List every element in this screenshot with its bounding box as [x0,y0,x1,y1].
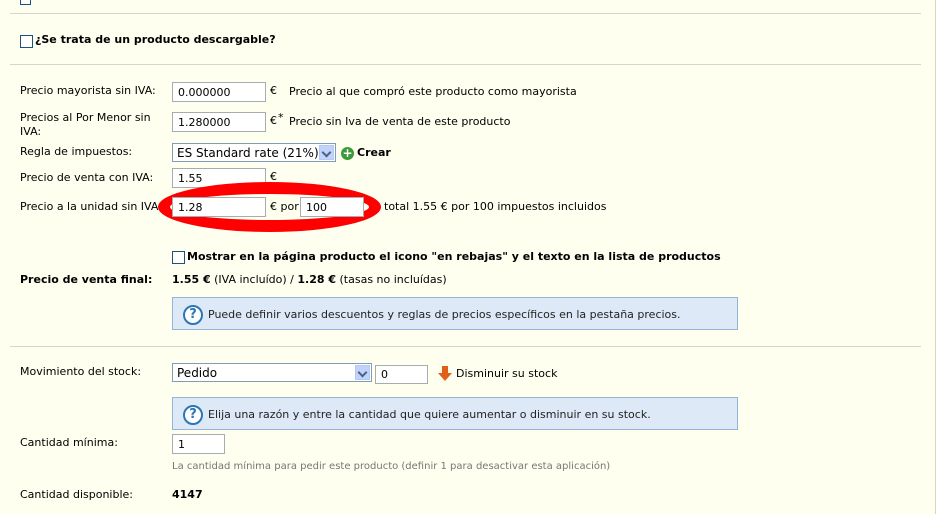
final-price-excl-text: (tasas no incluídas) [336,273,447,286]
stock-movement-select[interactable]: Pedido [172,363,372,382]
wholesale-price-input[interactable]: 0.000000 [172,82,266,102]
final-price-label: Precio de venta final: [20,273,153,286]
wholesale-currency: € [270,84,277,97]
retail-help: Precio sin Iva de venta de este producto [289,115,511,128]
stock-movement-selected: Pedido [177,366,218,380]
help-question-icon: ? [183,405,203,425]
available-quantity-value: 4147 [172,488,203,501]
tax-rule-select[interactable]: ES Standard rate (21%) [172,143,336,162]
final-price-value: 1.55 € (IVA incluído) / 1.28 € (tasas no… [172,273,447,286]
help-question-icon: ? [183,305,203,325]
unit-price-currency-por: € por [270,200,299,213]
retail-price-label-line2: IVA: [20,125,42,138]
wholesale-help: Precio al que compró este producto como … [289,85,577,98]
decrease-stock-label: Disminuir su stock [456,367,558,380]
min-quantity-help: La cantidad mínima para pedir este produ… [172,461,611,472]
stock-quantity-input[interactable]: 0 [375,365,428,384]
final-price-incl: 1.55 € [172,273,211,286]
required-mark: * [278,111,284,124]
retail-currency: € [270,114,277,127]
final-price-incl-text: (IVA incluído) / [210,273,298,286]
chevron-down-icon[interactable] [319,145,334,160]
retail-price-label-line1: Precios al Por Menor sin [20,111,151,124]
prices-hint-box: ? Puede definir varios descuentos y regl… [172,297,738,330]
retail-price-input[interactable]: 1.280000 [172,112,266,132]
unit-price-summary: total 1.55 € por 100 impuestos incluidos [384,200,607,213]
unit-quantity-input[interactable]: 100 [300,197,364,217]
stock-hint-box: ? Elija una razón y entre la cantidad qu… [172,397,738,430]
min-quantity-label: Cantidad mínima: [20,436,118,449]
top-checkbox-partial[interactable] [20,0,31,5]
downloadable-label[interactable]: ¿Se trata de un producto descargable? [35,33,276,46]
wholesale-price-label: Precio mayorista sin IVA: [20,84,156,97]
prices-hint-text: Puede definir varios descuentos y reglas… [208,308,681,321]
min-quantity-input[interactable]: 1 [172,434,225,454]
add-circle-icon[interactable]: + [341,147,354,160]
divider [10,346,921,347]
tax-rule-label: Regla de impuestos: [20,145,133,158]
chevron-down-icon[interactable] [355,365,370,380]
product-form-panel: ¿Se trata de un producto descargable? Pr… [0,0,936,514]
unit-price-label: Precio a la unidad sin IVA [20,200,159,213]
on-sale-checkbox[interactable] [172,251,185,264]
stock-hint-text: Elija una razón y entre la cantidad que … [208,408,651,421]
final-price-excl: 1.28 € [297,273,336,286]
available-quantity-label: Cantidad disponible: [20,488,133,501]
divider [10,64,921,65]
stock-movement-label: Movimiento del stock: [20,365,142,378]
divider [10,13,921,14]
sale-price-label: Precio de venta con IVA: [20,171,154,184]
unit-price-input[interactable]: 1.28 [172,197,266,217]
downloadable-checkbox[interactable] [20,35,33,48]
tax-rule-selected: ES Standard rate (21%) [177,146,319,160]
create-tax-rule-link[interactable]: Crear [357,146,391,159]
on-sale-label[interactable]: Mostrar en la página producto el icono "… [187,250,721,263]
arrow-down-icon [438,366,452,382]
